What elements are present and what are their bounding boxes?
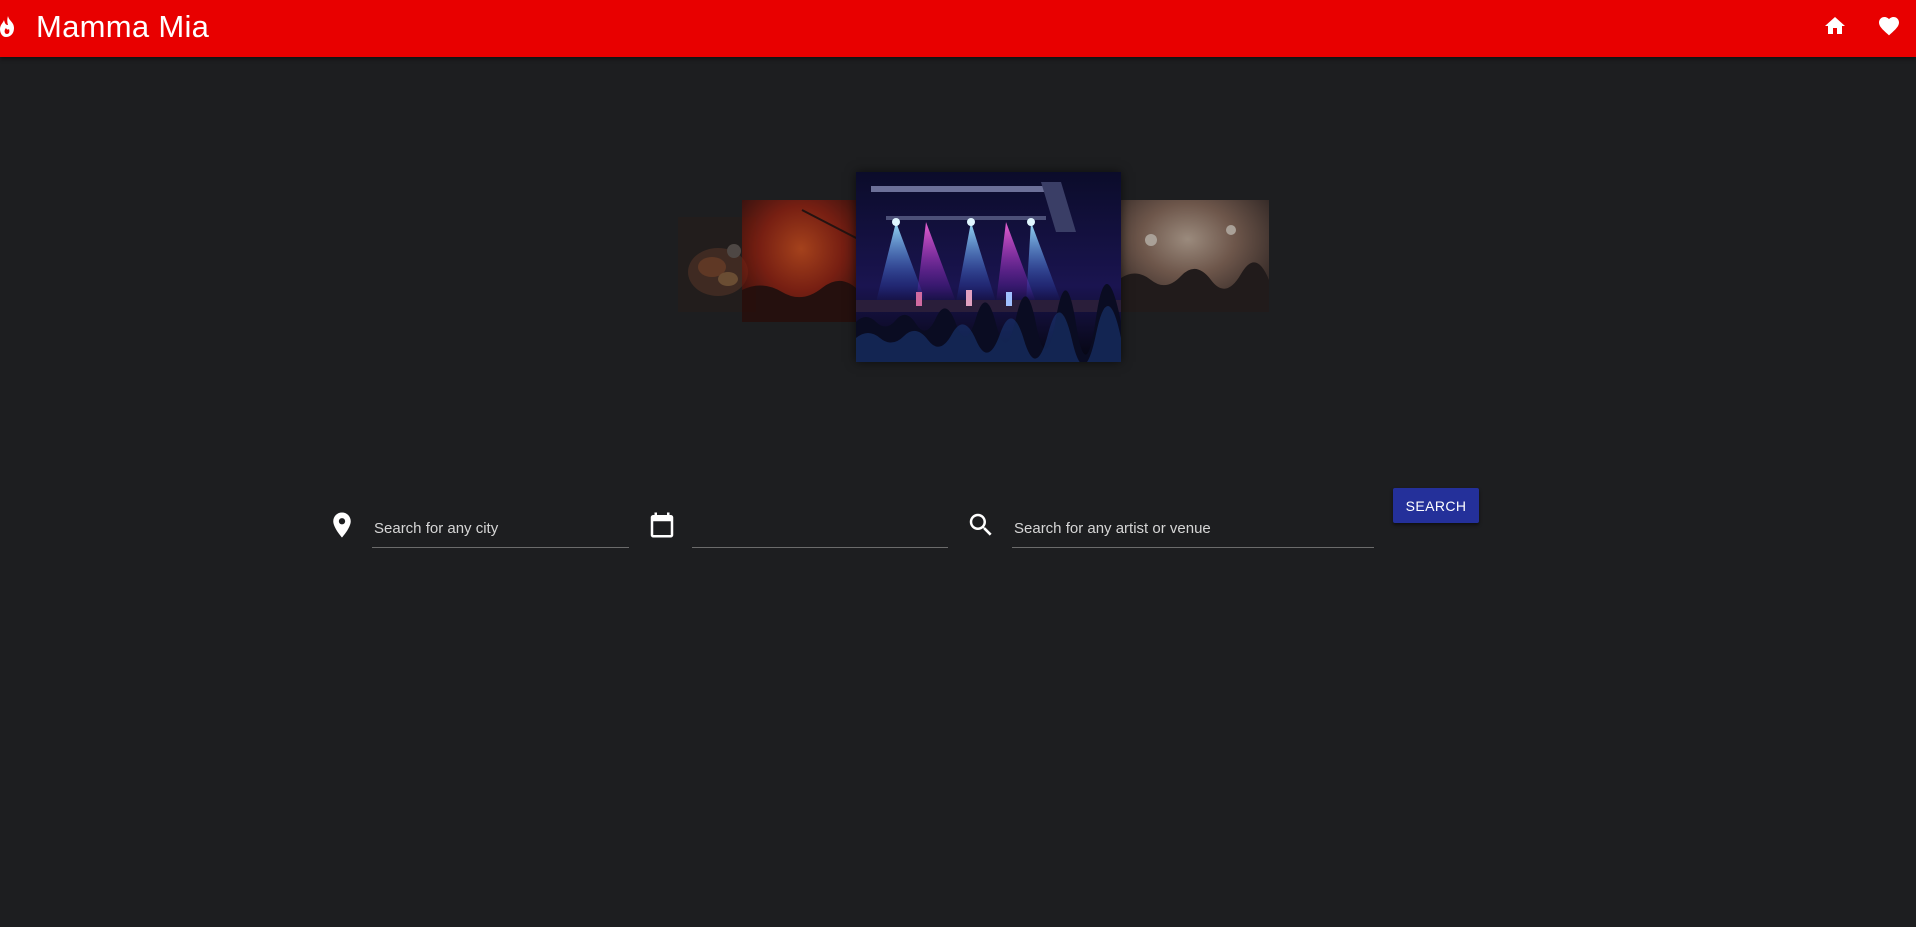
home-icon bbox=[1825, 17, 1845, 34]
search-button[interactable]: SEARCH bbox=[1393, 488, 1479, 523]
app-bar: Mamma Mia bbox=[0, 0, 1916, 57]
search-icon bbox=[969, 513, 992, 536]
calendar-icon[interactable] bbox=[647, 510, 677, 540]
heart-icon bbox=[1879, 17, 1899, 36]
location-pin-icon bbox=[333, 512, 351, 538]
event-carousel[interactable] bbox=[660, 165, 1280, 375]
carousel-slide-hazy-crowd[interactable] bbox=[1121, 200, 1269, 312]
carousel-slide-red-crowd[interactable] bbox=[742, 200, 860, 322]
app-title: Mamma Mia bbox=[36, 9, 210, 44]
flame-icon bbox=[0, 16, 14, 37]
city-search-input[interactable] bbox=[372, 509, 629, 548]
carousel-slide-concert-stage[interactable] bbox=[856, 172, 1121, 362]
date-input[interactable] bbox=[692, 509, 948, 548]
home-button[interactable] bbox=[1823, 14, 1847, 38]
hazy-crowd-photo bbox=[1121, 200, 1269, 312]
artist-venue-search-input[interactable] bbox=[1012, 509, 1374, 548]
favorites-button[interactable] bbox=[1877, 14, 1901, 38]
red-crowd-photo bbox=[742, 200, 860, 322]
concert-stage-photo bbox=[856, 172, 1121, 362]
